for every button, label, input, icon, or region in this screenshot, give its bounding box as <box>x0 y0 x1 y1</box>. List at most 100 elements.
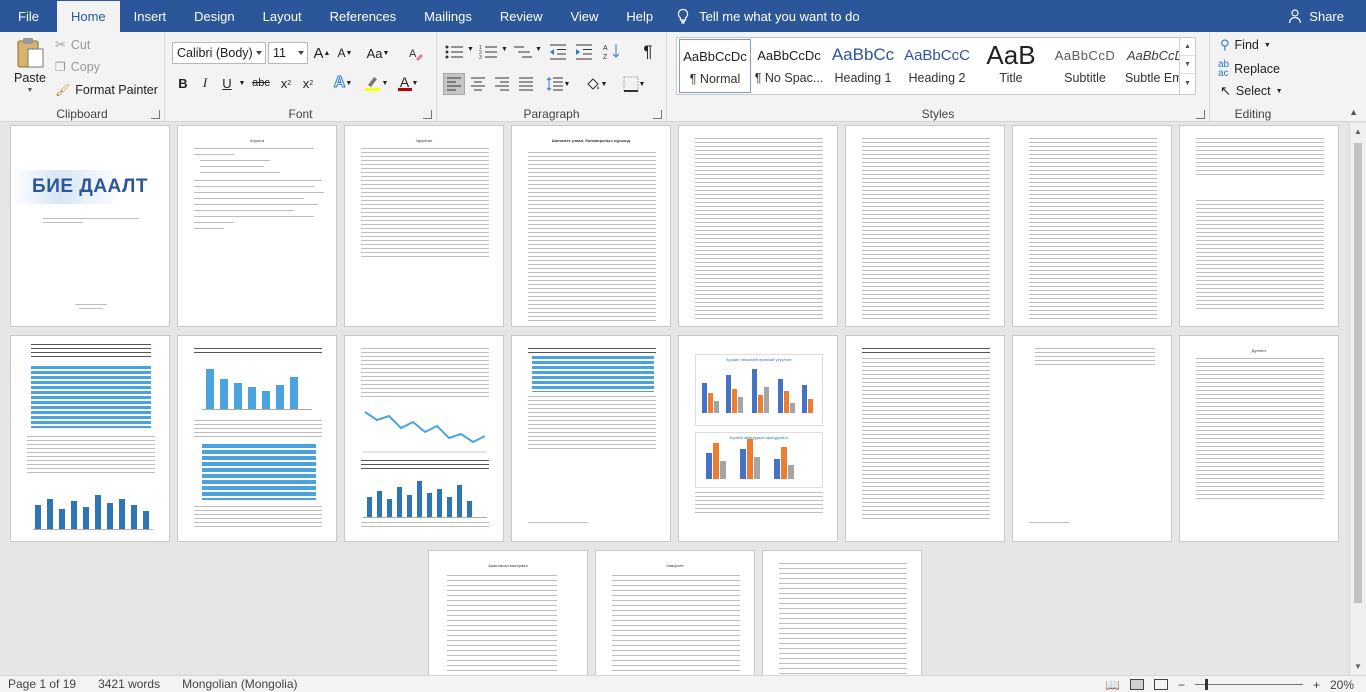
tab-review[interactable]: Review <box>486 0 557 32</box>
font-color-button[interactable]: A ▼ <box>393 72 423 94</box>
web-layout-icon[interactable] <box>1153 679 1168 690</box>
italic-button[interactable]: I <box>194 72 216 94</box>
shrink-font-button[interactable]: A ▼ <box>334 42 356 64</box>
find-button[interactable]: ⚲ Find ▼ <box>1220 37 1271 53</box>
subscript-button[interactable]: x2 <box>275 72 297 94</box>
tab-mailings[interactable]: Mailings <box>410 0 486 32</box>
font-size-select[interactable]: 11 <box>268 42 308 64</box>
tab-insert[interactable]: Insert <box>120 0 181 32</box>
show-marks-button[interactable]: ¶ <box>637 41 659 63</box>
print-layout-icon[interactable] <box>1129 679 1144 690</box>
style-heading-1[interactable]: AaBbCc Heading 1 <box>827 39 899 93</box>
tab-home[interactable]: Home <box>56 1 120 32</box>
chevron-down-icon[interactable]: ▼ <box>1350 658 1366 675</box>
page-thumbnail-17[interactable]: Ашигласан материал <box>428 550 588 675</box>
numbering-icon[interactable]: 123 <box>479 44 499 60</box>
chevron-down-icon[interactable]: ▼ <box>501 46 508 53</box>
styles-launcher-icon[interactable] <box>1196 110 1205 119</box>
cut-button[interactable]: ✂ Cut <box>55 37 90 53</box>
chevron-down-icon[interactable]: ▼ <box>1180 56 1195 74</box>
justify-button[interactable] <box>515 73 537 95</box>
chevron-down-icon[interactable]: ▼ <box>237 72 247 94</box>
page-thumbnail-8[interactable] <box>1179 125 1339 327</box>
page-thumbnail-5[interactable] <box>678 125 838 327</box>
clipboard-launcher-icon[interactable] <box>151 110 160 119</box>
page-thumbnail-1[interactable]: БИЕ ДААЛТ <box>10 125 170 327</box>
style-subtitle[interactable]: AaBbCcD Subtitle <box>1049 39 1121 93</box>
style-heading-2[interactable]: AaBbCcC Heading 2 <box>901 39 973 93</box>
style-normal[interactable]: AaBbCcDc ¶ Normal <box>679 39 751 93</box>
clear-formatting-button[interactable]: A <box>405 42 427 64</box>
tab-design[interactable]: Design <box>180 0 248 32</box>
zoom-level[interactable]: 20% <box>1330 678 1354 692</box>
decrease-indent-icon[interactable] <box>549 44 567 60</box>
change-case-button[interactable]: Aa ▼ <box>363 42 393 64</box>
borders-button[interactable]: ▼ <box>619 73 649 95</box>
page-thumbnail-2[interactable]: Агуулга <box>177 125 337 327</box>
page-thumbnail-13[interactable]: Бүсийн хөгжлийн ерөнхий үзүүлэлт Бүсийн … <box>678 335 838 542</box>
underline-button[interactable]: U <box>216 72 238 94</box>
grow-font-button[interactable]: A ▲ <box>311 42 333 64</box>
page-thumbnail-10[interactable] <box>177 335 337 542</box>
zoom-out-icon[interactable]: − <box>1178 678 1185 692</box>
page-thumbnail-19[interactable] <box>762 550 922 675</box>
page-thumbnail-7[interactable] <box>1012 125 1172 327</box>
page-thumbnail-3[interactable]: Удиртгал <box>344 125 504 327</box>
page-count[interactable]: Page 1 of 19 <box>8 677 76 691</box>
zoom-in-icon[interactable]: + <box>1313 678 1320 692</box>
sort-icon[interactable]: AZ <box>603 42 621 60</box>
tab-references[interactable]: References <box>316 0 410 32</box>
highlight-button[interactable]: ▼ <box>361 72 391 94</box>
share-button[interactable]: Share <box>1287 0 1344 32</box>
tab-help[interactable]: Help <box>612 0 667 32</box>
tab-view[interactable]: View <box>556 0 612 32</box>
tab-layout[interactable]: Layout <box>249 0 316 32</box>
style-no-spacing[interactable]: AaBbCcDc ¶ No Spac... <box>753 39 825 93</box>
collapse-ribbon-icon[interactable]: ▲ <box>1349 107 1358 117</box>
shading-button[interactable]: ▼ <box>581 73 611 95</box>
page-thumbnail-9[interactable] <box>10 335 170 542</box>
align-right-button[interactable] <box>491 73 513 95</box>
multilevel-list-icon[interactable] <box>513 44 533 60</box>
bold-button[interactable]: B <box>172 72 194 94</box>
page-thumbnail-15[interactable] <box>1012 335 1172 542</box>
word-count[interactable]: 3421 words <box>98 677 160 691</box>
scrollbar-thumb[interactable] <box>1354 143 1362 603</box>
tell-me-search[interactable]: Tell me what you want to do <box>675 0 860 32</box>
page-thumbnail-4[interactable]: Шинжлэх ухаан, боловсролын хүрээнд <box>511 125 671 327</box>
paragraph-launcher-icon[interactable] <box>653 110 662 119</box>
style-title[interactable]: AaB Title <box>975 39 1047 93</box>
select-button[interactable]: ↖ Select ▼ <box>1220 83 1283 99</box>
increase-indent-icon[interactable] <box>575 44 593 60</box>
paste-button[interactable]: Paste ▼ <box>10 37 50 94</box>
language-indicator[interactable]: Mongolian (Mongolia) <box>182 677 297 691</box>
page-thumbnail-6[interactable] <box>845 125 1005 327</box>
align-center-button[interactable] <box>467 73 489 95</box>
page-thumbnail-16[interactable]: Дүгнэлт <box>1179 335 1339 542</box>
replace-button[interactable]: ab ac Replace <box>1218 60 1280 79</box>
page-thumbnail-14[interactable] <box>845 335 1005 542</box>
chevron-up-icon[interactable]: ▲ <box>1350 123 1366 140</box>
text-effects-button[interactable]: A ▼ <box>329 72 357 94</box>
read-mode-icon[interactable]: 📖 <box>1105 678 1120 692</box>
font-launcher-icon[interactable] <box>423 110 432 119</box>
vertical-scrollbar[interactable]: ▲ ▼ <box>1349 123 1366 675</box>
document-canvas[interactable]: БИЕ ДААЛТ Агуулга Удиртгал Шинжлэх ухаан… <box>0 123 1349 675</box>
more-styles-icon[interactable]: ▼ <box>1180 74 1195 92</box>
page-thumbnail-12[interactable] <box>511 335 671 542</box>
font-family-select[interactable]: Calibri (Body) <box>172 42 266 64</box>
tab-file[interactable]: File <box>0 0 57 32</box>
page-thumbnail-18[interactable]: Хавсралт <box>595 550 755 675</box>
superscript-button[interactable]: x2 <box>297 72 319 94</box>
zoom-slider-knob[interactable] <box>1204 679 1208 690</box>
page-thumbnail-11[interactable] <box>344 335 504 542</box>
copy-button[interactable]: ❐ Copy <box>55 60 100 74</box>
chevron-up-icon[interactable]: ▲ <box>1180 38 1195 56</box>
strikethrough-button[interactable]: abc <box>249 72 273 94</box>
line-spacing-button[interactable]: ▼ <box>543 73 573 95</box>
chevron-down-icon[interactable]: ▼ <box>467 46 474 53</box>
chevron-down-icon[interactable]: ▼ <box>535 46 542 53</box>
format-painter-button[interactable]: 🖌 Format Painter <box>55 83 158 97</box>
align-left-button[interactable] <box>443 73 465 95</box>
bullets-icon[interactable] <box>445 44 465 60</box>
